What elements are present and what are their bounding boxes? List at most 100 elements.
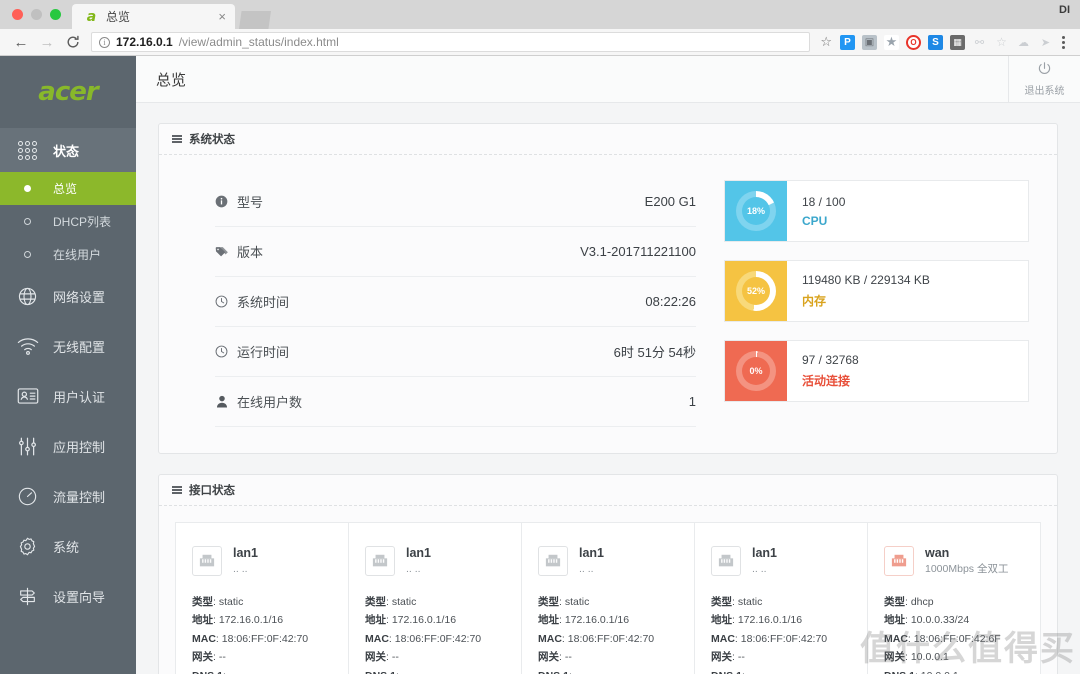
maximize-window-button[interactable]	[50, 9, 61, 20]
new-tab-button[interactable]	[239, 11, 271, 29]
sidebar-item-user-auth[interactable]: 用户认证	[0, 371, 136, 421]
interface-dns-row: DNS 1: 10.0.0.1	[884, 667, 1024, 674]
minimize-window-button[interactable]	[31, 9, 42, 20]
back-button[interactable]: ←	[8, 30, 34, 54]
interface-type-row: 类型: static	[538, 596, 590, 609]
page-header: 总览 退出系统	[136, 56, 1080, 103]
field-value-type: dhcp	[910, 596, 934, 609]
sidebar-item-setup-wizard[interactable]: 设置向导	[0, 571, 136, 621]
close-window-button[interactable]	[12, 9, 23, 20]
system-status-body: 型号 E200 G1 版本 V3.1-201711221100 系统时间 08:…	[159, 155, 1057, 453]
memory-percent-label: 52%	[746, 286, 765, 296]
info-label: 运行时间	[215, 342, 289, 361]
acer-favicon-icon: a	[86, 8, 97, 25]
cloud-extension-icon[interactable]: ☁	[1016, 35, 1031, 50]
chart-extension-icon[interactable]: ⚯	[972, 35, 987, 50]
sidebar-item-label: 网络设置	[53, 289, 106, 305]
reload-button[interactable]	[60, 30, 86, 54]
interface-header: lan1 .. ..	[538, 545, 678, 576]
info-value: E200 G1	[644, 194, 696, 209]
sidebar-item-overview[interactable]: 总览	[0, 172, 136, 205]
field-label-gateway: 网关	[884, 651, 905, 664]
bookmark-star-icon[interactable]: ☆	[815, 34, 837, 50]
field-label-gateway: 网关	[711, 651, 732, 664]
send-extension-icon[interactable]: ➤	[1038, 35, 1053, 50]
sidebar-item-dhcp-list[interactable]: DHCP列表	[0, 205, 136, 238]
sidebar-item-label: 流量控制	[53, 489, 106, 505]
shield-extension-icon[interactable]: ★	[884, 34, 899, 50]
bullet-icon	[16, 185, 39, 192]
pocket-extension-icon[interactable]: P	[840, 34, 855, 50]
field-value-mac: 18:06:FF:0F:42:70	[394, 632, 482, 645]
sidebar-group-status[interactable]: 状态	[0, 128, 136, 172]
interface-type-row: 类型: static	[192, 596, 244, 609]
interface-name: lan1	[233, 546, 259, 560]
info-row-system-time: 系统时间 08:22:26	[215, 277, 696, 327]
field-value-type: static	[737, 596, 763, 609]
interface-speed: .. ..	[233, 562, 248, 575]
panel-header: 系统状态	[159, 124, 1057, 155]
field-value-type: static	[564, 596, 590, 609]
system-status-panel: 系统状态 型号 E200 G1 版本 V3.1-201711221100 系统时…	[158, 123, 1058, 454]
interface-header: lan1 .. ..	[711, 545, 851, 576]
sidebar-item-app-control[interactable]: 应用控制	[0, 421, 136, 471]
field-label-type: 类型	[711, 596, 732, 609]
connections-stat-text: 97 / 32768 活动连接	[787, 341, 1028, 401]
interface-type-row: 类型: dhcp	[884, 596, 934, 609]
interface-gateway-row: 网关: --	[192, 651, 226, 664]
info-label-text: 运行时间	[237, 345, 290, 360]
field-label-gateway: 网关	[192, 651, 213, 664]
field-value-address: 172.16.0.1/16	[564, 614, 630, 627]
sidebar-item-network-settings[interactable]: 网络设置	[0, 271, 136, 321]
logout-button[interactable]: 退出系统	[1008, 56, 1080, 102]
interface-gateway-row: 网关: 10.0.0.1	[884, 651, 949, 664]
info-label: 型号	[215, 192, 263, 211]
interface-card[interactable]: lan1 .. .. 类型: static 地址: 172.16.0.1/16 …	[175, 522, 348, 674]
gear-icon	[16, 535, 39, 558]
browser-tab[interactable]: a 总览 ×	[72, 4, 235, 29]
sidebar-item-traffic-control[interactable]: 流量控制	[0, 471, 136, 521]
star-extension-icon[interactable]: ☆	[994, 35, 1009, 50]
interface-mac-row: MAC: 18:06:FF:0F:42:6F	[884, 632, 1001, 645]
field-value-dns: 10.0.0.1	[921, 670, 959, 674]
interface-card[interactable]: lan1 .. .. 类型: static 地址: 172.16.0.1/16 …	[521, 522, 694, 674]
tab-close-icon[interactable]: ×	[215, 10, 229, 23]
browser-menu-icon[interactable]	[1053, 35, 1072, 49]
interface-card[interactable]: lan1 .. .. 类型: static 地址: 172.16.0.1/16 …	[348, 522, 521, 674]
opera-extension-icon[interactable]: O	[906, 34, 921, 50]
field-value-type: static	[391, 596, 417, 609]
field-label-address: 地址	[192, 614, 213, 627]
stat-card-connections: 0% 97 / 32768 活动连接	[724, 340, 1029, 402]
interface-type-row: 类型: static	[711, 596, 763, 609]
sidebar-group-label: 状态	[53, 143, 80, 159]
field-value-mac: 18:06:FF:0F:42:70	[221, 632, 309, 645]
tag-icon	[215, 245, 228, 258]
site-info-icon[interactable]: i	[99, 36, 110, 48]
forward-button[interactable]: →	[34, 30, 60, 54]
ethernet-port-icon	[192, 545, 222, 576]
s-extension-icon[interactable]: S	[928, 34, 943, 50]
address-bar[interactable]: i 172.16.0.1/view/admin_status/index.htm…	[91, 32, 811, 52]
cpu-percent-label: 18%	[746, 206, 765, 216]
interface-address-row: 地址: 172.16.0.1/16	[192, 614, 284, 627]
interface-title-block: lan1 .. ..	[406, 545, 431, 576]
content-scroll-area[interactable]: 系统状态 型号 E200 G1 版本 V3.1-201711221100 系统时…	[136, 103, 1080, 674]
field-label-gateway: 网关	[365, 651, 386, 664]
field-label-dns: DNS 1	[884, 670, 915, 674]
url-path: /view/admin_status/index.html	[178, 35, 339, 49]
profile-label[interactable]: DI	[1059, 4, 1070, 16]
interface-title-block: lan1 .. ..	[752, 545, 777, 576]
interface-card-wan[interactable]: wan 1000Mbps 全双工 类型: dhcp 地址: 10.0.0.33/…	[867, 522, 1041, 674]
info-label-text: 版本	[237, 245, 264, 260]
field-value-address: 172.16.0.1/16	[391, 614, 457, 627]
sidebar-item-wireless-config[interactable]: 无线配置	[0, 321, 136, 371]
interface-card[interactable]: lan1 .. .. 类型: static 地址: 172.16.0.1/16 …	[694, 522, 867, 674]
omnibox-toolbar: ← → i 172.16.0.1/view/admin_status/index…	[0, 29, 1080, 56]
grid-extension-icon[interactable]: ▦	[950, 34, 965, 50]
image-extension-icon[interactable]: ▣	[862, 34, 877, 50]
sidebar-item-system[interactable]: 系统	[0, 521, 136, 571]
field-value-gateway: --	[564, 651, 572, 664]
sidebar-item-label: 设置向导	[53, 589, 106, 605]
app-root: acer 状态 总览 DHCP列表 在线用户 网络设置 无线配置 用户认证 应用…	[0, 56, 1080, 674]
sidebar-item-online-users[interactable]: 在线用户	[0, 238, 136, 271]
